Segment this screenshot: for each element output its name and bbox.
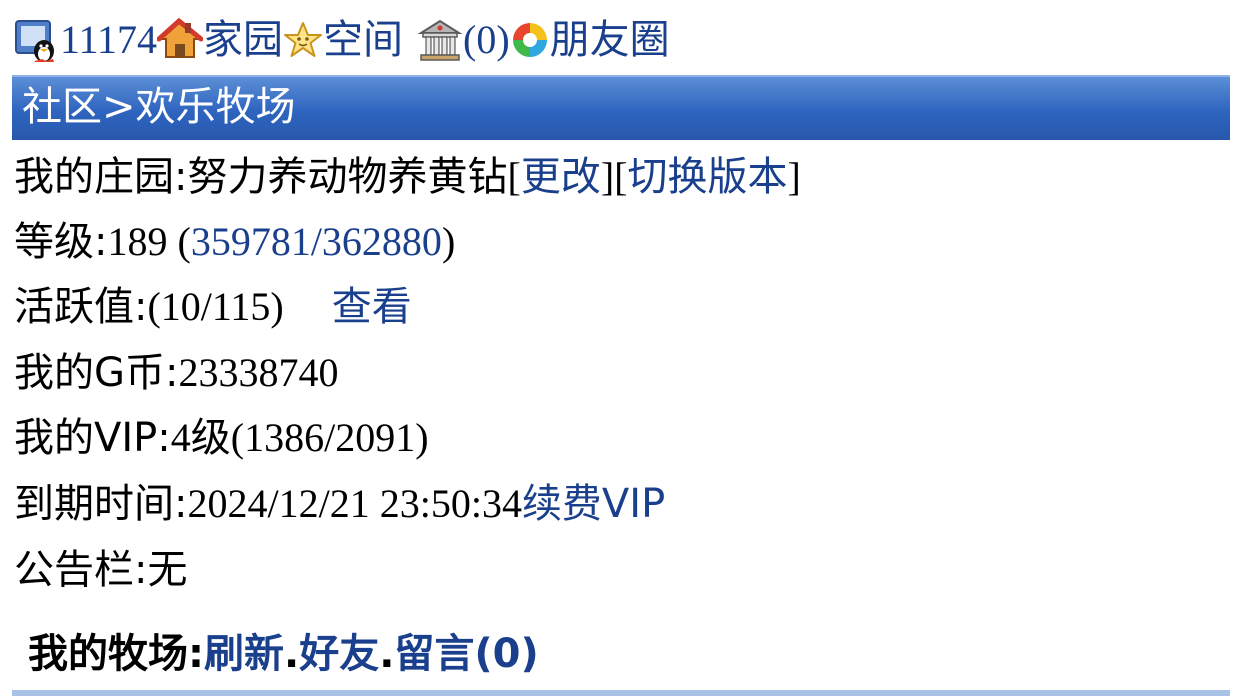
refresh-link[interactable]: 刷新 <box>204 634 284 674</box>
my-farm-row: 我的牧场: 刷新 . 好友 . 留言(0) <box>28 634 539 674</box>
message-count-link[interactable]: (0) <box>463 20 510 60</box>
moments-link[interactable]: 朋友圈 <box>550 20 670 60</box>
change-name-link[interactable]: 更改 <box>521 157 601 197</box>
my-farm-label: 我的牧场: <box>28 631 204 677</box>
view-activity-link[interactable]: 查看 <box>332 287 412 327</box>
coins-row: 我的G币: 23338740 <box>14 350 339 396</box>
vip-label: 我的VIP: <box>14 415 171 461</box>
separator: . <box>379 631 395 677</box>
star-icon <box>283 20 323 60</box>
vip-value: 4级(1386/2091) <box>170 415 429 460</box>
building-icon <box>417 17 463 63</box>
space-link[interactable]: 空间 <box>323 20 403 60</box>
separator: . <box>284 631 300 677</box>
messages-link[interactable]: 留言(0) <box>394 634 538 674</box>
activity-row: 活跃值: (10/115) 查看 <box>14 284 412 330</box>
bottom-divider <box>12 690 1230 696</box>
section-header: 社区>欢乐牧场 <box>12 75 1230 140</box>
friends-link[interactable]: 好友 <box>299 634 379 674</box>
paren-close: ) <box>441 219 456 264</box>
notice-label: 公告栏: <box>14 547 148 593</box>
activity-label: 活跃值: <box>14 284 148 330</box>
experience-link[interactable]: 359781/362880 <box>191 222 442 262</box>
level-value: 189 <box>107 219 168 264</box>
coins-label: 我的G币: <box>14 350 179 396</box>
level-row: 等级: 189 ( 359781/362880 ) <box>14 219 456 265</box>
qq-user-icon <box>14 17 60 63</box>
manor-name: 努力养动物养黄钻 <box>187 154 508 200</box>
moments-icon <box>510 20 550 60</box>
expiry-label: 到期时间: <box>14 481 188 527</box>
expiry-value: 2024/12/21 23:50:34 <box>187 481 522 526</box>
manor-label: 我的庄园: <box>14 154 188 200</box>
bracket: [ <box>507 154 521 199</box>
home-icon <box>156 17 204 63</box>
breadcrumb: 社区>欢乐牧场 <box>22 84 296 130</box>
bracket: [ <box>614 154 628 199</box>
expiry-row: 到期时间: 2024/12/21 23:50:34 续费VIP <box>14 481 665 527</box>
renew-vip-link[interactable]: 续费VIP <box>522 484 665 524</box>
level-label: 等级: <box>14 219 108 265</box>
qq-number-link[interactable]: 11174 <box>60 20 157 60</box>
coins-value: 23338740 <box>178 350 339 395</box>
manor-row: 我的庄园: 努力养动物养黄钻 [ 更改 ] [ 切换版本 ] <box>14 154 801 200</box>
notice-row: 公告栏: 无 <box>14 550 187 590</box>
switch-version-link[interactable]: 切换版本 <box>627 157 787 197</box>
paren-open: ( <box>167 219 191 264</box>
top-nav: 11174 家园 空间 (0) 朋友圈 <box>14 10 670 70</box>
vip-row: 我的VIP: 4级(1386/2091) <box>14 415 429 461</box>
bracket: ] <box>787 154 801 199</box>
bracket: ] <box>600 154 615 199</box>
notice-value: 无 <box>147 547 188 593</box>
activity-value: (10/115) <box>147 284 284 329</box>
home-link[interactable]: 家园 <box>203 20 283 60</box>
